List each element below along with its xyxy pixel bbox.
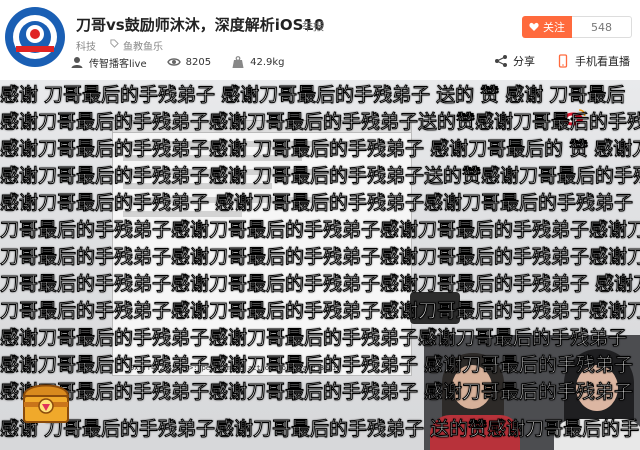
eye-icon: [166, 58, 181, 66]
room-stats: 传智播客live 8205 42.9kg: [70, 53, 305, 71]
mobile-icon: [558, 54, 568, 68]
channel-logo[interactable]: [4, 6, 66, 68]
danmaku-line: 感谢刀哥最后的手残弟子感谢 刀哥最后的手残弟子 感谢刀哥最后的 赞 感谢刀哥最后: [0, 138, 640, 161]
treasure-chest-icon[interactable]: [18, 376, 74, 428]
category-link[interactable]: 科技: [76, 38, 96, 53]
user-icon: [71, 57, 83, 68]
tag-link[interactable]: 鱼教鱼乐: [123, 38, 163, 53]
weight-stat: 42.9kg: [231, 55, 285, 69]
danmaku-line: 感谢刀哥最后的手残弟子感谢刀哥最后的手残弟子感谢刀哥最后的手残弟子: [0, 327, 628, 350]
follow-label: 关注: [543, 21, 565, 34]
viewer-count: 8205: [185, 56, 212, 68]
danmaku-line: 感谢刀哥最后的手残弟子感谢刀哥最后的手残弟子 感谢刀哥最后的手残弟子: [0, 381, 634, 404]
viewers-stat: 8205: [166, 55, 212, 69]
room-header: 刀哥vs鼓励师沐沐，深度解析iOS10 举报 科技 鱼教鱼乐 传智播客live …: [0, 0, 640, 80]
weight-value: 42.9kg: [250, 56, 285, 68]
mobile-label: 手机看直播: [575, 55, 630, 68]
danmaku-line: 刀哥最后的手残弟子感谢刀哥最后的手残弟子感谢刀哥最后的手残弟子感谢刀哥: [0, 219, 640, 242]
danmaku-line: 感谢刀哥最后的手残弟子感谢刀哥最后的手残弟子送的赞感谢刀哥最后的手残: [0, 111, 640, 134]
room-title: 刀哥vs鼓励师沐沐，深度解析iOS10: [76, 16, 325, 34]
danmaku-line: 感谢刀哥最后的手残弟子感谢 刀哥最后的手残弟子送的赞感谢刀哥最后的手残弟: [0, 165, 640, 188]
danmaku-overlay: 感谢 刀哥最后的手残弟子 感谢刀哥最后的手残弟子 送的 赞 感谢 刀哥最后 感谢…: [0, 80, 640, 450]
danmaku-line: 感谢 刀哥最后的手残弟子 感谢刀哥最后的手残弟子 送的 赞 感谢 刀哥最后: [0, 84, 626, 107]
danmaku-line: 感谢 刀哥最后的手残弟子感谢刀哥最后的手残弟子 送的赞感谢刀哥最后的手: [0, 418, 640, 441]
mobile-watch-button[interactable]: 手机看直播: [556, 53, 630, 69]
danmaku-line: 刀哥最后的手残弟子感谢刀哥最后的手残弟子感谢刀哥最后的手残弟子 感谢刀哥: [0, 273, 640, 296]
share-icon: [495, 55, 507, 67]
video-player[interactable]: 0x7ff4d2f42e00>: performing action for s…: [0, 80, 640, 450]
danmaku-line: 刀哥最后的手残弟子感谢刀哥最后的手残弟子感谢刀哥最后的手残弟子感谢刀哥: [0, 300, 640, 323]
follower-count: 548: [572, 16, 632, 38]
streamer-name: 传智播客live: [89, 58, 147, 70]
share-label: 分享: [513, 55, 535, 68]
heart-icon: [529, 22, 539, 31]
streamer-stat[interactable]: 传智播客live: [70, 55, 147, 70]
share-button[interactable]: 分享: [494, 53, 535, 69]
report-link[interactable]: 举报: [302, 18, 324, 34]
danmaku-line: 刀哥最后的手残弟子感谢刀哥最后的手残弟子感谢刀哥最后的手残弟子感谢刀: [0, 246, 640, 269]
danmaku-line: 感谢刀哥最后的手残弟子感谢刀哥最后的手残弟子 感谢刀哥最后的手残弟子: [0, 354, 634, 377]
danmaku-line: 感谢刀哥最后的手残弟子 感谢刀哥最后的手残弟子感谢刀哥最后的手残弟子: [0, 192, 634, 215]
tag-icon: [110, 39, 119, 48]
weight-icon: [232, 56, 244, 68]
follow-button[interactable]: 关注: [522, 16, 572, 38]
